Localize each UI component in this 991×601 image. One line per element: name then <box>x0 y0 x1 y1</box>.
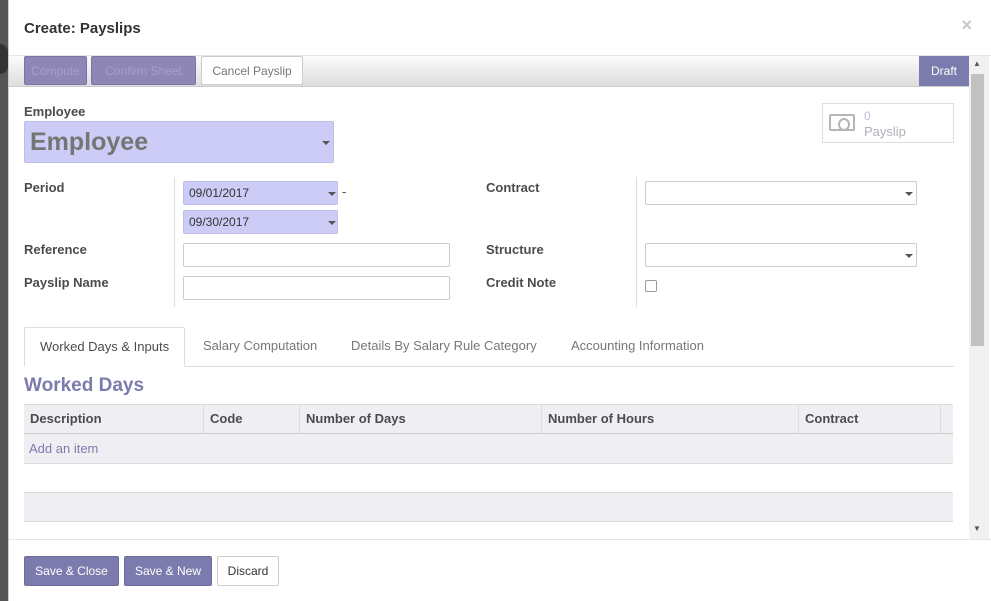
date-to-input[interactable]: 09/30/2017 <box>183 210 338 234</box>
table-row <box>24 492 953 522</box>
save-new-button[interactable]: Save & New <box>124 556 212 586</box>
chevron-down-icon <box>905 192 913 196</box>
payslip-count-button[interactable]: 0 Payslip <box>822 103 954 143</box>
column-header[interactable]: Code <box>204 405 300 434</box>
structure-select[interactable] <box>645 243 917 267</box>
tab-salary-computation[interactable]: Salary Computation <box>188 327 332 367</box>
date-to-value: 09/30/2017 <box>189 215 250 229</box>
chevron-down-icon <box>905 254 913 258</box>
dialog-title: Create: Payslips <box>24 20 141 37</box>
period-label: Period <box>24 180 65 195</box>
tab-details-by-salary-rule-category[interactable]: Details By Salary Rule Category <box>336 327 552 367</box>
contract-select[interactable] <box>645 181 917 205</box>
date-from-input[interactable]: 09/01/2017 <box>183 181 338 205</box>
column-header[interactable]: Description <box>24 405 204 434</box>
employee-value: Employee <box>30 128 149 156</box>
column-header[interactable]: Contract <box>799 405 941 434</box>
chevron-down-icon <box>328 192 336 196</box>
payslip-name-label: Payslip Name <box>24 275 109 290</box>
tab-accounting-information[interactable]: Accounting Information <box>556 327 719 367</box>
discard-button[interactable]: Discard <box>217 556 279 586</box>
table-header: Description Code Number of Days Number o… <box>24 404 953 434</box>
scroll-thumb[interactable] <box>971 74 984 346</box>
group-separator <box>636 177 637 307</box>
backdrop-edge <box>0 44 8 74</box>
chevron-down-icon <box>328 221 336 225</box>
chevron-down-icon <box>322 141 330 145</box>
date-separator: - <box>342 184 347 199</box>
payslip-name-input[interactable] <box>183 276 450 300</box>
worked-days-title: Worked Days <box>24 375 145 396</box>
column-header[interactable]: Number of Hours <box>542 405 799 434</box>
form-statusbar: Compute Confirm Sheet Cancel Payslip Dra… <box>9 56 969 87</box>
structure-label: Structure <box>486 242 544 257</box>
create-payslip-dialog: Create: Payslips × Compute Confirm Sheet… <box>8 0 991 601</box>
contract-label: Contract <box>486 180 540 195</box>
dialog-footer: Save & Close Save & New Discard <box>9 539 991 601</box>
compute-sheet-button[interactable]: Compute <box>24 56 87 85</box>
scroll-up-icon[interactable]: ▲ <box>973 59 981 68</box>
table-row <box>24 464 953 494</box>
form-sheet: Employee Employee 0 Payslip Period 09/01… <box>9 87 969 539</box>
close-icon[interactable]: × <box>961 15 972 36</box>
employee-label: Employee <box>24 104 86 119</box>
cancel-payslip-button[interactable]: Cancel Payslip <box>201 56 303 85</box>
payslip-count: 0 <box>864 109 871 123</box>
money-icon <box>829 114 855 131</box>
vertical-scrollbar[interactable]: ▲ ▼ <box>969 56 989 539</box>
payslip-count-label: Payslip <box>864 124 906 139</box>
date-from-value: 09/01/2017 <box>189 186 250 200</box>
employee-select[interactable]: Employee <box>24 121 334 163</box>
credit-note-label: Credit Note <box>486 275 557 290</box>
tab-worked-days-inputs[interactable]: Worked Days & Inputs <box>24 327 186 367</box>
notebook-tabs: Worked Days & Inputs Salary Computation … <box>24 327 954 367</box>
credit-note-checkbox[interactable] <box>645 280 657 292</box>
status-draft: Draft <box>919 56 969 86</box>
reference-input[interactable] <box>183 243 450 267</box>
add-item-row[interactable]: Add an item <box>24 434 953 464</box>
save-close-button[interactable]: Save & Close <box>24 556 119 586</box>
reference-label: Reference <box>24 242 87 257</box>
add-item-link[interactable]: Add an item <box>29 441 98 456</box>
group-separator <box>174 177 175 307</box>
confirm-button[interactable]: Confirm Sheet <box>91 56 196 85</box>
column-header[interactable]: Number of Days <box>300 405 542 434</box>
scroll-down-icon[interactable]: ▼ <box>973 524 981 533</box>
dialog-header: Create: Payslips × <box>9 0 991 56</box>
